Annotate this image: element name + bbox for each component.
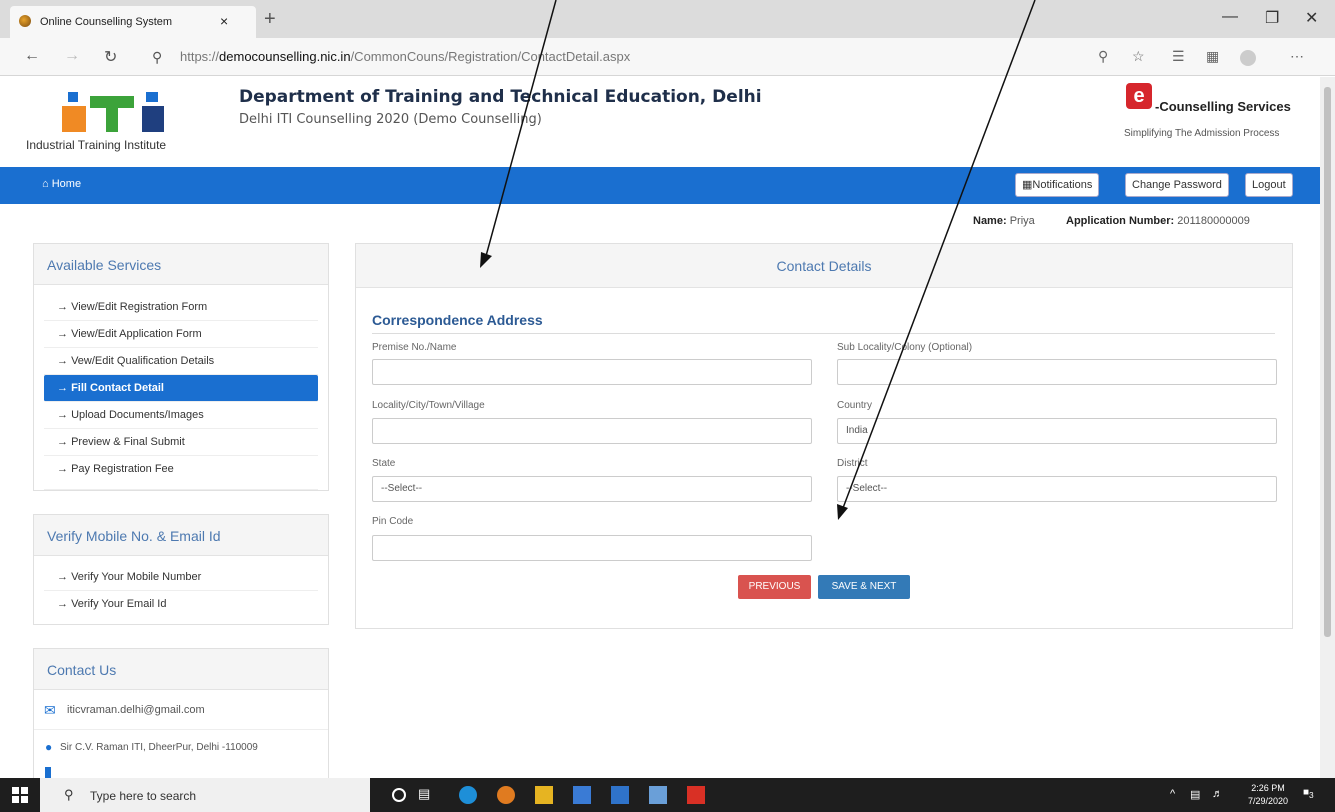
notification-count: 3 [1309, 790, 1314, 800]
windows-taskbar: ⚲ Type here to search ▤ ^ ▤ ♬ 2:26 PM 7/… [0, 778, 1335, 812]
clock-date: 7/29/2020 [1248, 796, 1289, 806]
tray-chevron-icon[interactable]: ^ [1170, 788, 1188, 806]
edge-browser-icon[interactable] [459, 786, 477, 804]
app-icon[interactable] [649, 786, 667, 804]
volume-icon[interactable]: ♬ [1212, 788, 1230, 806]
file-explorer-icon[interactable] [535, 786, 553, 804]
network-icon[interactable]: ▤ [1190, 788, 1208, 806]
cortana-icon[interactable] [392, 788, 406, 802]
taskbar-clock[interactable]: 2:26 PM 7/29/2020 [1248, 782, 1288, 808]
action-center-icon[interactable]: ■3 [1303, 787, 1321, 805]
mail-icon[interactable] [611, 786, 629, 804]
annotation-arrow-line [485, 0, 557, 257]
start-windows-icon[interactable] [12, 787, 28, 803]
annotation-arrows [480, 0, 1036, 520]
taskbar-search[interactable]: ⚲ Type here to search [40, 778, 370, 812]
search-icon: ⚲ [64, 787, 74, 802]
store-icon[interactable] [573, 786, 591, 804]
acrobat-icon[interactable] [687, 786, 705, 804]
search-placeholder: Type here to search [90, 789, 197, 803]
clock-time: 2:26 PM [1251, 783, 1285, 793]
annotation-arrowhead [837, 504, 848, 520]
page-scrollbar[interactable] [1320, 77, 1335, 778]
chrome-browser-icon[interactable] [497, 786, 515, 804]
scrollbar-thumb[interactable] [1324, 87, 1331, 637]
annotation-arrow-line [842, 0, 1036, 509]
task-view-icon[interactable]: ▤ [418, 786, 436, 804]
annotation-arrowhead [480, 252, 492, 268]
